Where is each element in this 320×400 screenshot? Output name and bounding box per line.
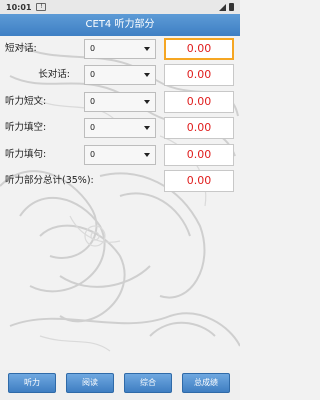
long-dialogue-select-value: 0 bbox=[90, 70, 96, 79]
status-icons bbox=[219, 3, 234, 11]
row-sentence-fill: 听力填句: 0 0.00 bbox=[0, 143, 240, 167]
chevron-down-icon bbox=[144, 100, 150, 104]
status-time: 10:01 bbox=[6, 2, 32, 12]
row-word-fill: 听力填空: 0 0.00 bbox=[0, 116, 240, 140]
page-title: CET4 听力部分 bbox=[0, 14, 240, 36]
total-score-field[interactable]: 0.00 bbox=[164, 170, 234, 192]
passages-label: 听力短文: bbox=[5, 96, 47, 107]
battery-icon bbox=[229, 3, 234, 11]
row-total: 听力部分总计(35%): 0.00 bbox=[0, 169, 240, 193]
sentence-fill-select-value: 0 bbox=[90, 150, 96, 159]
status-bar: 10:01 ! bbox=[0, 0, 240, 14]
row-passages: 听力短文: 0 0.00 bbox=[0, 90, 240, 114]
word-fill-label: 听力填空: bbox=[5, 122, 47, 133]
sentence-fill-label: 听力填句: bbox=[5, 149, 47, 160]
sentence-fill-select[interactable]: 0 bbox=[84, 145, 156, 165]
word-fill-score-field[interactable]: 0.00 bbox=[164, 117, 234, 139]
word-fill-select[interactable]: 0 bbox=[84, 118, 156, 138]
short-dialogue-select-value: 0 bbox=[90, 44, 96, 53]
tab-comprehensive[interactable]: 综合 bbox=[124, 373, 172, 393]
chevron-down-icon bbox=[144, 73, 150, 77]
long-dialogue-label: 长对话: bbox=[38, 69, 70, 80]
row-long-dialogue: 长对话: 0 0.00 bbox=[0, 63, 240, 87]
tab-listening[interactable]: 听力 bbox=[8, 373, 56, 393]
tab-total-score[interactable]: 总成绩 bbox=[182, 373, 230, 393]
total-label: 听力部分总计(35%): bbox=[5, 175, 94, 186]
passages-select-value: 0 bbox=[90, 97, 96, 106]
bottom-tab-bar: 听力 阅读 综合 总成绩 bbox=[0, 370, 240, 400]
chevron-down-icon bbox=[144, 126, 150, 130]
short-dialogue-label: 短对话: bbox=[5, 43, 37, 54]
warning-icon: ! bbox=[36, 3, 47, 11]
tab-reading[interactable]: 阅读 bbox=[66, 373, 114, 393]
passages-select[interactable]: 0 bbox=[84, 92, 156, 112]
short-dialogue-score-field[interactable]: 0.00 bbox=[164, 38, 234, 60]
long-dialogue-score-field[interactable]: 0.00 bbox=[164, 64, 234, 86]
sentence-fill-score-field[interactable]: 0.00 bbox=[164, 144, 234, 166]
short-dialogue-select[interactable]: 0 bbox=[84, 39, 156, 59]
chevron-down-icon bbox=[144, 47, 150, 51]
signal-icon bbox=[219, 3, 226, 11]
row-short-dialogue: 短对话: 0 0.00 bbox=[0, 37, 240, 61]
long-dialogue-select[interactable]: 0 bbox=[84, 65, 156, 85]
passages-score-field[interactable]: 0.00 bbox=[164, 91, 234, 113]
chevron-down-icon bbox=[144, 153, 150, 157]
word-fill-select-value: 0 bbox=[90, 123, 96, 132]
